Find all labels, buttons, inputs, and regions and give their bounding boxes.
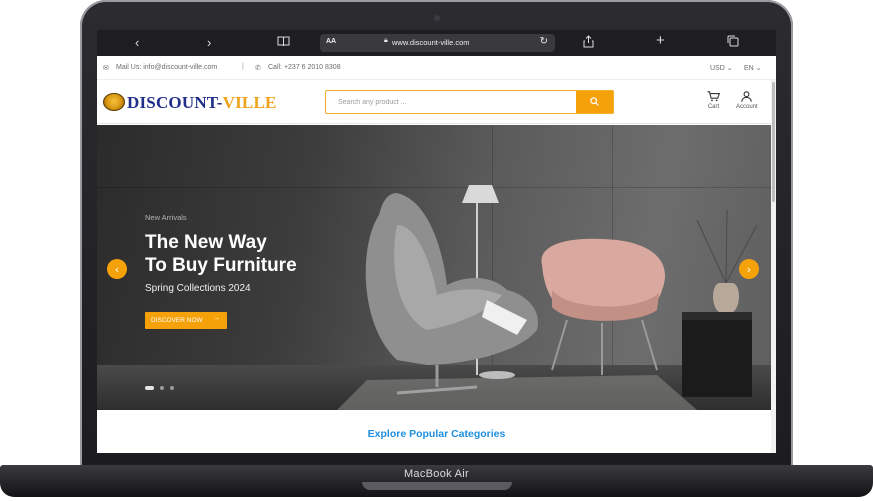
chevron-left-icon: ‹	[114, 262, 120, 276]
search-input[interactable]	[326, 91, 576, 113]
slider-dot[interactable]	[170, 386, 174, 390]
site-logo[interactable]: DISCOUNT-VILLE	[127, 93, 277, 113]
slider-dot[interactable]	[160, 386, 164, 390]
chevron-right-icon: ›	[746, 262, 752, 276]
url-text: www.discount-ville.com	[392, 38, 470, 47]
hero-subtitle: Spring Collections 2024	[145, 283, 251, 294]
forward-icon[interactable]: ›	[207, 35, 211, 51]
language-value: EN	[744, 65, 754, 72]
logo-text-main: DISCOUNT-	[127, 93, 223, 112]
phone-link[interactable]: Call: +237 6 2010 8308	[268, 64, 341, 71]
back-icon[interactable]: ‹	[135, 35, 139, 51]
address-bar[interactable]: AA 🔒︎ www.discount-ville.com ↻	[320, 34, 555, 52]
top-info-bar: ✉ Mail Us: info@discount-ville.com | ✆ C…	[97, 56, 776, 80]
account-label: Account	[736, 104, 758, 110]
currency-select[interactable]: USD ⌄	[710, 64, 733, 72]
search-button[interactable]	[576, 91, 613, 113]
slider-next-button[interactable]: ›	[739, 259, 759, 279]
reload-icon[interactable]: ↻	[540, 36, 548, 47]
browser-toolbar: ‹ › AA 🔒︎ www.discount-ville.com ↻ +	[97, 30, 776, 56]
account-icon	[741, 91, 753, 102]
search-icon	[590, 97, 599, 106]
currency-value: USD	[710, 65, 725, 72]
hero-title-line1: The New Way	[145, 232, 267, 253]
topbar-separator: |	[242, 63, 244, 70]
lock-icon: 🔒︎	[384, 37, 388, 44]
page-scrollbar[interactable]	[771, 80, 776, 453]
slider-prev-button[interactable]: ‹	[107, 259, 127, 279]
discover-now-label: DISCOVER NOW	[151, 317, 203, 324]
bookmarks-icon[interactable]	[277, 35, 290, 51]
cart-icon	[707, 91, 720, 102]
scrollbar-thumb[interactable]	[772, 82, 775, 202]
search-bar	[325, 90, 614, 114]
cart-button[interactable]: Cart	[707, 91, 720, 110]
mail-icon: ✉	[103, 65, 109, 72]
logo-text-accent: VILLE	[222, 93, 277, 112]
discover-now-button[interactable]: DISCOVER NOW →	[145, 312, 227, 329]
phone-icon: ✆	[255, 65, 261, 72]
categories-heading: Explore Popular Categories	[367, 428, 506, 440]
share-icon[interactable]	[583, 35, 594, 52]
site-header: DISCOUNT-VILLE Cart Account	[97, 80, 776, 124]
hero-title: The New Way To Buy Furniture	[145, 231, 345, 277]
new-tab-icon[interactable]: +	[656, 33, 665, 49]
camera-dot	[434, 15, 440, 21]
laptop-notch	[362, 482, 512, 490]
language-select[interactable]: EN ⌄	[744, 64, 762, 72]
text-size-button[interactable]: AA	[326, 38, 336, 45]
device-label: MacBook Air	[403, 468, 470, 480]
hero-kicker: New Arrivals	[145, 213, 187, 222]
tabs-overview-icon[interactable]	[727, 35, 739, 51]
account-button[interactable]: Account	[736, 91, 758, 110]
arrow-right-icon: →	[213, 315, 220, 322]
hero-title-line2: To Buy Furniture	[145, 255, 297, 276]
slider-dot-active[interactable]	[145, 386, 154, 390]
hero-slider: New Arrivals The New Way To Buy Furnitur…	[97, 125, 771, 410]
mail-link[interactable]: Mail Us: info@discount-ville.com	[116, 64, 217, 71]
cart-label: Cart	[707, 104, 720, 110]
logo-emblem-icon	[103, 93, 125, 111]
screen: ‹ › AA 🔒︎ www.discount-ville.com ↻ + ✉ M…	[97, 30, 776, 453]
